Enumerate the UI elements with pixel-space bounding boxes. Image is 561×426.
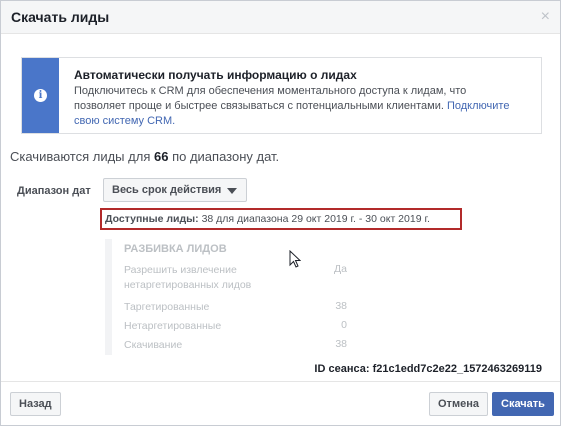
available-leads-label: Доступные лиды: xyxy=(105,213,199,225)
banner-stripe: i xyxy=(22,58,59,133)
cancel-button[interactable]: Отмена xyxy=(429,392,488,416)
session-id-value: f21c1edd7c2e22_1572463269119 xyxy=(372,363,542,375)
date-range-label: Диапазон дат xyxy=(17,185,91,197)
breakdown-row-label: Разрешить извлечение нетаргетированных л… xyxy=(124,264,252,291)
session-id-label: ID сеанса: xyxy=(314,363,370,375)
breakdown-row-value: 0 xyxy=(341,319,347,331)
dialog-footer: Назад Отмена Скачать xyxy=(1,381,560,425)
dialog-title: Скачать лиды xyxy=(11,9,110,25)
breakdown-row-label: Таргетированные xyxy=(124,301,210,313)
crm-banner: i Автоматически получать информацию о ли… xyxy=(21,57,542,134)
banner-text: Подключитесь к CRM для обеспечения момен… xyxy=(74,84,514,129)
breakdown-row-label: Нетаргетированные xyxy=(124,320,222,332)
breakdown-title: РАЗБИВКА ЛИДОВ xyxy=(124,243,227,255)
date-range-select[interactable]: Весь срок действия xyxy=(103,178,247,202)
lead-count-summary: Скачиваются лиды для 66 по диапазону дат… xyxy=(10,149,279,164)
breakdown-row-value: 38 xyxy=(335,300,347,312)
banner-title: Автоматически получать информацию о лида… xyxy=(74,68,357,82)
summary-suffix: по диапазону дат. xyxy=(172,149,280,164)
available-leads-range: для диапазона 29 окт 2019 г. - 30 окт 20… xyxy=(216,213,430,225)
caret-down-icon xyxy=(227,188,237,194)
back-button[interactable]: Назад xyxy=(10,392,61,416)
info-icon: i xyxy=(34,89,47,102)
close-icon[interactable]: × xyxy=(541,9,550,25)
summary-prefix: Скачиваются лиды для xyxy=(10,149,151,164)
mouse-cursor-icon xyxy=(289,250,301,268)
lead-count: 66 xyxy=(153,149,169,164)
breakdown-row-value: Да xyxy=(334,263,347,275)
date-range-value: Весь срок действия xyxy=(112,184,222,196)
banner-description: Подключитесь к CRM для обеспечения момен… xyxy=(74,85,467,112)
available-leads-count: 38 xyxy=(201,213,214,225)
dialog-header: Скачать лиды × xyxy=(1,1,560,34)
available-leads-box: Доступные лиды: 38 для диапазона 29 окт … xyxy=(100,208,462,230)
breakdown-row-label: Скачивание xyxy=(124,339,183,351)
breakdown-row-value: 38 xyxy=(335,338,347,350)
session-id: ID сеанса: f21c1edd7c2e22_1572463269119 xyxy=(314,363,542,375)
download-leads-dialog: Скачать лиды × i Автоматически получать … xyxy=(0,0,561,426)
lead-breakdown: РАЗБИВКА ЛИДОВ Разрешить извлечение нета… xyxy=(105,239,355,355)
download-button[interactable]: Скачать xyxy=(492,392,554,416)
